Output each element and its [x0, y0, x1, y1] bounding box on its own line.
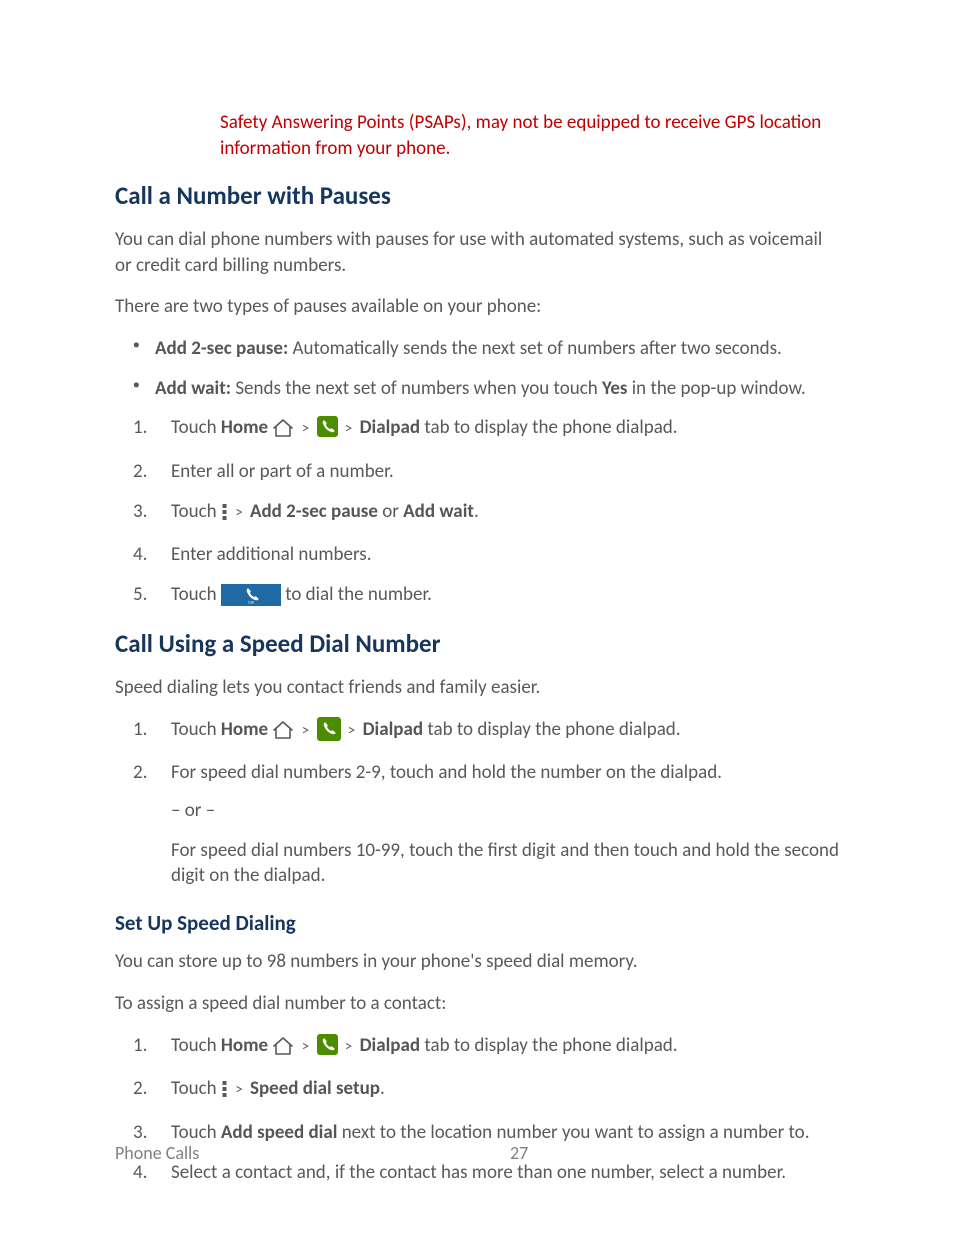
bullet-yes: Yes	[602, 377, 628, 400]
step-5: Touch Call to dial the number.	[115, 582, 839, 614]
bullet-text: Sends the next set of numbers when you t…	[231, 377, 602, 400]
steps-pauses: Touch Home > > Dialpad tab to display th…	[115, 415, 839, 613]
phone-icon	[317, 717, 341, 749]
step-or: or	[378, 500, 403, 523]
step-home: Home	[221, 1034, 268, 1057]
para-setup-assign: To assign a speed dial number to a conta…	[115, 991, 839, 1017]
para-pauses-types: There are two types of pauses available …	[115, 294, 839, 320]
step-dialpad: Dialpad	[360, 1034, 420, 1057]
step-2: For speed dial numbers 2-9, touch and ho…	[115, 760, 839, 786]
footer-page-number: 27	[115, 1141, 839, 1165]
step-1: Touch Home > > Dialpad tab to display th…	[115, 1033, 839, 1063]
separator: >	[299, 1037, 312, 1057]
step-addwait: Add wait	[403, 500, 474, 523]
step-text: Touch	[171, 1034, 221, 1057]
step-text: tab to display the phone dialpad.	[420, 1034, 678, 1057]
separator: >	[342, 419, 355, 439]
separator: >	[232, 1080, 245, 1100]
call-button-icon: Call	[221, 584, 281, 614]
step-1: Touch Home > > Dialpad tab to display th…	[115, 717, 839, 749]
step-home: Home	[221, 416, 268, 439]
step-text: to dial the number.	[285, 583, 432, 606]
bullet-bold: Add 2-sec pause:	[155, 337, 288, 360]
step-add2sec: Add 2-sec pause	[250, 500, 378, 523]
page-footer: Phone Calls 27	[115, 1141, 839, 1165]
heading-speed-dial: Call Using a Speed Dial Number	[115, 627, 839, 661]
step-text: tab to display the phone dialpad.	[423, 718, 681, 741]
step-home: Home	[221, 718, 268, 741]
para-setup-intro: You can store up to 98 numbers in your p…	[115, 949, 839, 975]
step-2: Enter all or part of a number.	[115, 459, 839, 485]
separator: >	[299, 419, 312, 439]
warning-note: Safety Answering Points (PSAPs), may not…	[115, 110, 839, 161]
phone-icon	[317, 1034, 338, 1063]
step-text: tab to display the phone dialpad.	[420, 416, 678, 439]
separator: >	[232, 503, 245, 523]
step-text: Touch	[171, 1077, 221, 1100]
step-text: Touch	[171, 583, 221, 606]
step-text: Touch	[171, 500, 221, 523]
bullet-text: Automatically sends the next set of numb…	[288, 337, 782, 360]
step-text: Touch	[171, 718, 221, 741]
separator: >	[342, 1037, 355, 1057]
page: Safety Answering Points (PSAPs), may not…	[0, 0, 954, 1235]
separator: >	[299, 721, 312, 741]
step-4: Enter additional numbers.	[115, 542, 839, 568]
step-period: .	[380, 1077, 385, 1100]
step-speed-dial-setup: Speed dial setup	[250, 1077, 380, 1100]
step-dialpad: Dialpad	[360, 416, 420, 439]
home-icon	[272, 419, 294, 445]
step-text: Touch	[171, 416, 221, 439]
phone-icon	[317, 416, 338, 445]
bullet-add-wait: Add wait: Sends the next set of numbers …	[115, 376, 839, 402]
para-pauses-intro: You can dial phone numbers with pauses f…	[115, 227, 839, 278]
bullet-bold: Add wait:	[155, 377, 231, 400]
bullet-add-2sec: Add 2-sec pause: Automatically sends the…	[115, 336, 839, 362]
svg-text:Call: Call	[248, 600, 254, 604]
bullet-list-pauses: Add 2-sec pause: Automatically sends the…	[115, 336, 839, 401]
para-speed-intro: Speed dialing lets you contact friends a…	[115, 675, 839, 701]
home-icon	[272, 721, 294, 747]
footer-section: Phone Calls	[115, 1141, 199, 1165]
overflow-icon	[221, 1080, 228, 1106]
step-or-separator: – or –	[115, 798, 839, 824]
step-speed-10-99: For speed dial numbers 10-99, touch the …	[115, 838, 839, 889]
step-dialpad: Dialpad	[363, 718, 423, 741]
step-period: .	[474, 500, 479, 523]
step-2: Touch > Speed dial setup.	[115, 1076, 839, 1106]
separator: >	[345, 721, 358, 741]
step-1: Touch Home > > Dialpad tab to display th…	[115, 415, 839, 445]
heading-call-pauses: Call a Number with Pauses	[115, 179, 839, 213]
home-icon	[272, 1037, 294, 1063]
overflow-icon	[221, 503, 228, 529]
bullet-text: in the pop-up window.	[628, 377, 806, 400]
steps-speed-dial: Touch Home > > Dialpad tab to display th…	[115, 717, 839, 786]
step-3: Touch > Add 2-sec pause or Add wait.	[115, 499, 839, 529]
heading-setup-speed: Set Up Speed Dialing	[115, 909, 839, 937]
